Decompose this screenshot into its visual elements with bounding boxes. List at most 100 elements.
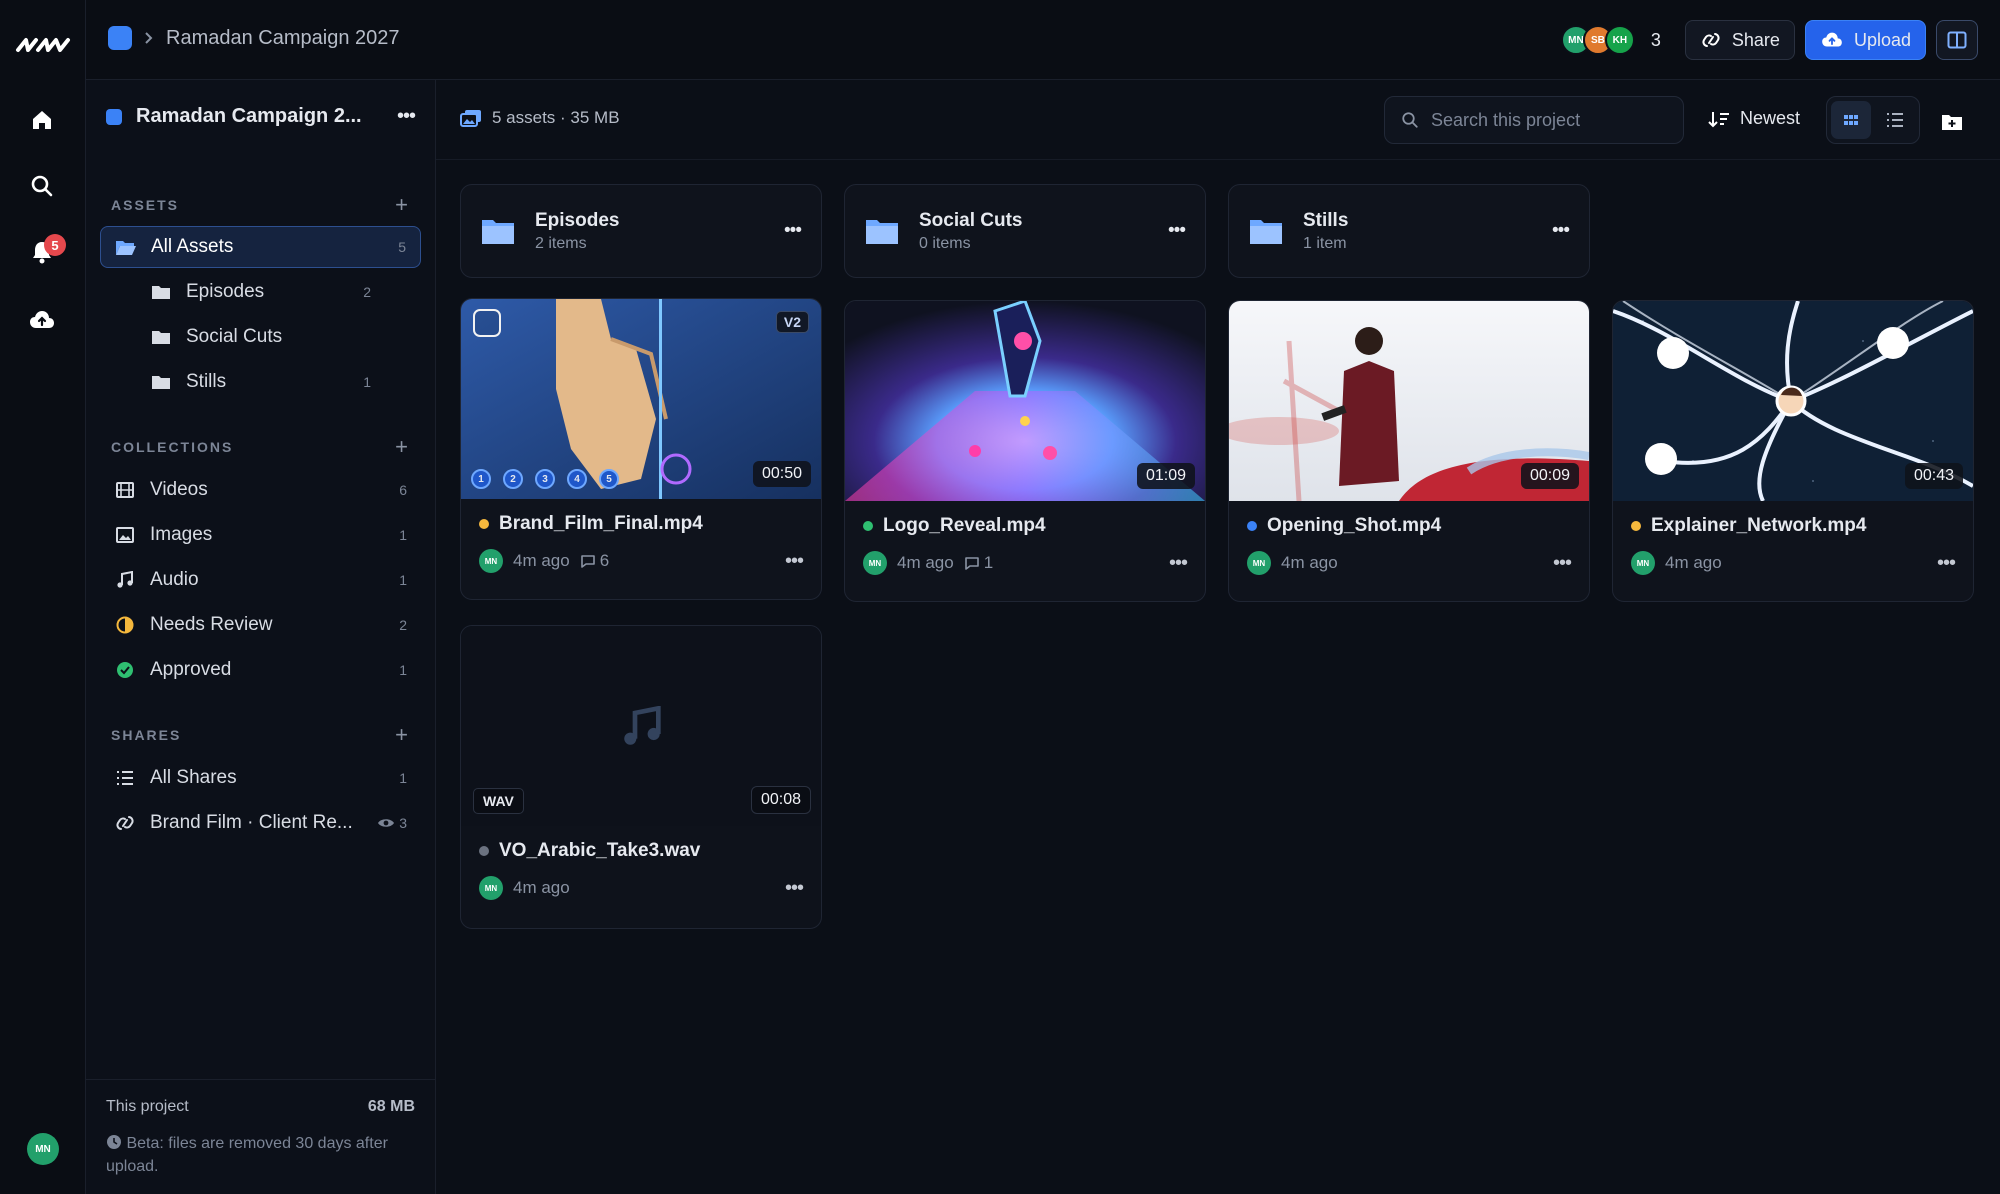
collections-section-title: COLLECTIONS + <box>111 434 410 460</box>
cloud-upload-icon <box>1822 32 1842 47</box>
images-stack-icon <box>460 110 481 127</box>
left-rail: 5 MN <box>0 0 86 1194</box>
grid-view-button[interactable] <box>1831 101 1871 139</box>
share-button[interactable]: Share <box>1684 20 1795 60</box>
search-input[interactable] <box>1431 109 1661 131</box>
storage-label: This project <box>106 1098 189 1115</box>
asset-card-opening-shot[interactable]: 00:09 Opening_Shot.mp4 MN 4m ago ••• <box>1228 300 1590 602</box>
sidebar-item-needs-review[interactable]: Needs Review 2 <box>100 604 421 646</box>
more-icon[interactable]: ••• <box>1553 552 1572 575</box>
breadcrumb-project[interactable]: Ramadan Campaign 2027 <box>166 27 400 50</box>
more-icon[interactable]: ••• <box>1169 552 1188 575</box>
sidebar-item-brand-film-share[interactable]: Brand Film · Client Re... 3 <box>100 802 421 844</box>
link-icon <box>1702 33 1720 47</box>
status-dot <box>1247 521 1257 531</box>
step-marker: 1 <box>471 469 491 489</box>
sort-icon <box>1708 111 1729 127</box>
more-icon[interactable]: ••• <box>784 220 802 242</box>
search-box[interactable] <box>1384 96 1684 144</box>
panel-toggle-button[interactable] <box>1936 20 1978 60</box>
user-avatar[interactable]: MN <box>27 1133 59 1165</box>
sidebar-item-all-assets[interactable]: All Assets 5 <box>100 226 421 268</box>
list-view-button[interactable] <box>1875 101 1915 139</box>
more-icon[interactable]: ••• <box>785 877 804 900</box>
status-dot <box>479 846 489 856</box>
folder-icon <box>150 329 172 345</box>
duration-badge: 01:09 <box>1136 463 1195 489</box>
beta-note-text: Beta: files are removed 30 days after up… <box>106 1135 388 1175</box>
sidebar-item-stills[interactable]: Stills 1 <box>136 361 385 403</box>
storage-size: 68 MB <box>367 1098 415 1115</box>
more-icon[interactable]: ••• <box>397 105 416 128</box>
sidebar-item-videos[interactable]: Videos 6 <box>100 469 421 511</box>
cloud-upload-icon[interactable] <box>24 302 60 338</box>
more-icon[interactable]: ••• <box>1168 220 1186 242</box>
sidebar-item-label: Images <box>150 524 213 545</box>
app-logo[interactable] <box>14 30 72 58</box>
sidebar-item-label: Brand Film · Client Re... <box>150 812 353 833</box>
more-icon[interactable]: ••• <box>1937 552 1956 575</box>
new-folder-button[interactable] <box>1936 106 1968 138</box>
collaborator-avatars[interactable]: MN SB KH <box>1560 25 1635 55</box>
folder-card-social-cuts[interactable]: Social Cuts 0 items ••• <box>844 184 1206 278</box>
avatar: MN <box>1247 551 1271 575</box>
version-badge[interactable]: V2 <box>775 311 809 333</box>
eye-icon <box>377 817 395 829</box>
sidebar-item-count: 3 <box>399 815 407 831</box>
folder-count: 2 items <box>535 234 587 252</box>
sidebar-item-count: 1 <box>399 770 407 786</box>
storage-footer: This project 68 MB Beta: files are remov… <box>86 1079 435 1194</box>
asset-time: 4m ago <box>1281 553 1338 572</box>
step-marker: 5 <box>599 469 619 489</box>
home-icon[interactable] <box>24 102 60 138</box>
project-color-icon <box>108 26 132 50</box>
comment-icon <box>964 556 979 570</box>
collaborator-count: 3 <box>1650 29 1661 50</box>
avatar: MN <box>1631 551 1655 575</box>
asset-card-explainer-network[interactable]: 00:43 Explainer_Network.mp4 MN 4m ago ••… <box>1612 300 1974 602</box>
sidebar-item-label: Social Cuts <box>186 326 283 347</box>
shares-section-title: SHARES + <box>111 722 410 748</box>
image-icon <box>114 527 136 543</box>
sidebar-item-label: Videos <box>150 479 208 500</box>
comment-icon <box>580 554 595 568</box>
project-color-icon <box>106 108 122 125</box>
comment-count: 1 <box>983 553 994 572</box>
asset-card-logo-reveal[interactable]: 01:09 Logo_Reveal.mp4 MN 4m ago 1 ••• <box>844 300 1206 602</box>
add-asset-icon[interactable]: + <box>395 192 410 218</box>
upload-button[interactable]: Upload <box>1804 20 1926 60</box>
more-icon[interactable]: ••• <box>785 550 804 573</box>
search-icon[interactable] <box>24 168 60 204</box>
asset-time: 4m ago <box>513 878 570 897</box>
select-checkbox[interactable] <box>473 309 501 337</box>
folder-count: 1 item <box>1303 234 1347 252</box>
sort-dropdown[interactable]: Newest <box>1708 108 1800 129</box>
sidebar-item-approved[interactable]: Approved 1 <box>100 649 421 691</box>
step-marker: 2 <box>503 469 523 489</box>
more-icon[interactable]: ••• <box>1552 220 1570 242</box>
search-icon <box>1402 112 1418 128</box>
sort-label: Newest <box>1740 108 1801 128</box>
asset-name: Brand_Film_Final.mp4 <box>499 513 703 534</box>
add-collection-icon[interactable]: + <box>395 434 410 460</box>
folder-name: Stills <box>1303 209 1349 231</box>
sidebar-item-episodes[interactable]: Episodes 2 <box>136 271 385 313</box>
asset-card-vo-arabic[interactable]: WAV 00:08 VO_Arabic_Take3.wav MN 4m ago … <box>460 625 822 929</box>
project-name[interactable]: Ramadan Campaign 2... <box>136 105 397 128</box>
add-share-icon[interactable]: + <box>395 722 410 748</box>
video-thumbnail: 01:09 <box>845 301 1205 501</box>
avatar: KH <box>1604 25 1635 55</box>
sidebar-item-audio[interactable]: Audio 1 <box>100 559 421 601</box>
status-dot <box>479 519 489 529</box>
upload-label: Upload <box>1853 29 1911 50</box>
avatar: MN <box>479 549 503 573</box>
check-circle-icon <box>114 661 136 679</box>
folder-card-stills[interactable]: Stills 1 item ••• <box>1228 184 1590 278</box>
asset-card-brand-film[interactable]: V2 1 2 3 4 5 00:50 Brand_Film_Final.mp4 … <box>460 298 822 600</box>
sidebar-item-label: All Assets <box>151 236 234 257</box>
sidebar-item-images[interactable]: Images 1 <box>100 514 421 556</box>
comment-count: 6 <box>599 551 610 570</box>
folder-card-episodes[interactable]: Episodes 2 items ••• <box>460 184 822 278</box>
sidebar-item-social-cuts[interactable]: Social Cuts <box>136 316 385 358</box>
sidebar-item-all-shares[interactable]: All Shares 1 <box>100 757 421 799</box>
